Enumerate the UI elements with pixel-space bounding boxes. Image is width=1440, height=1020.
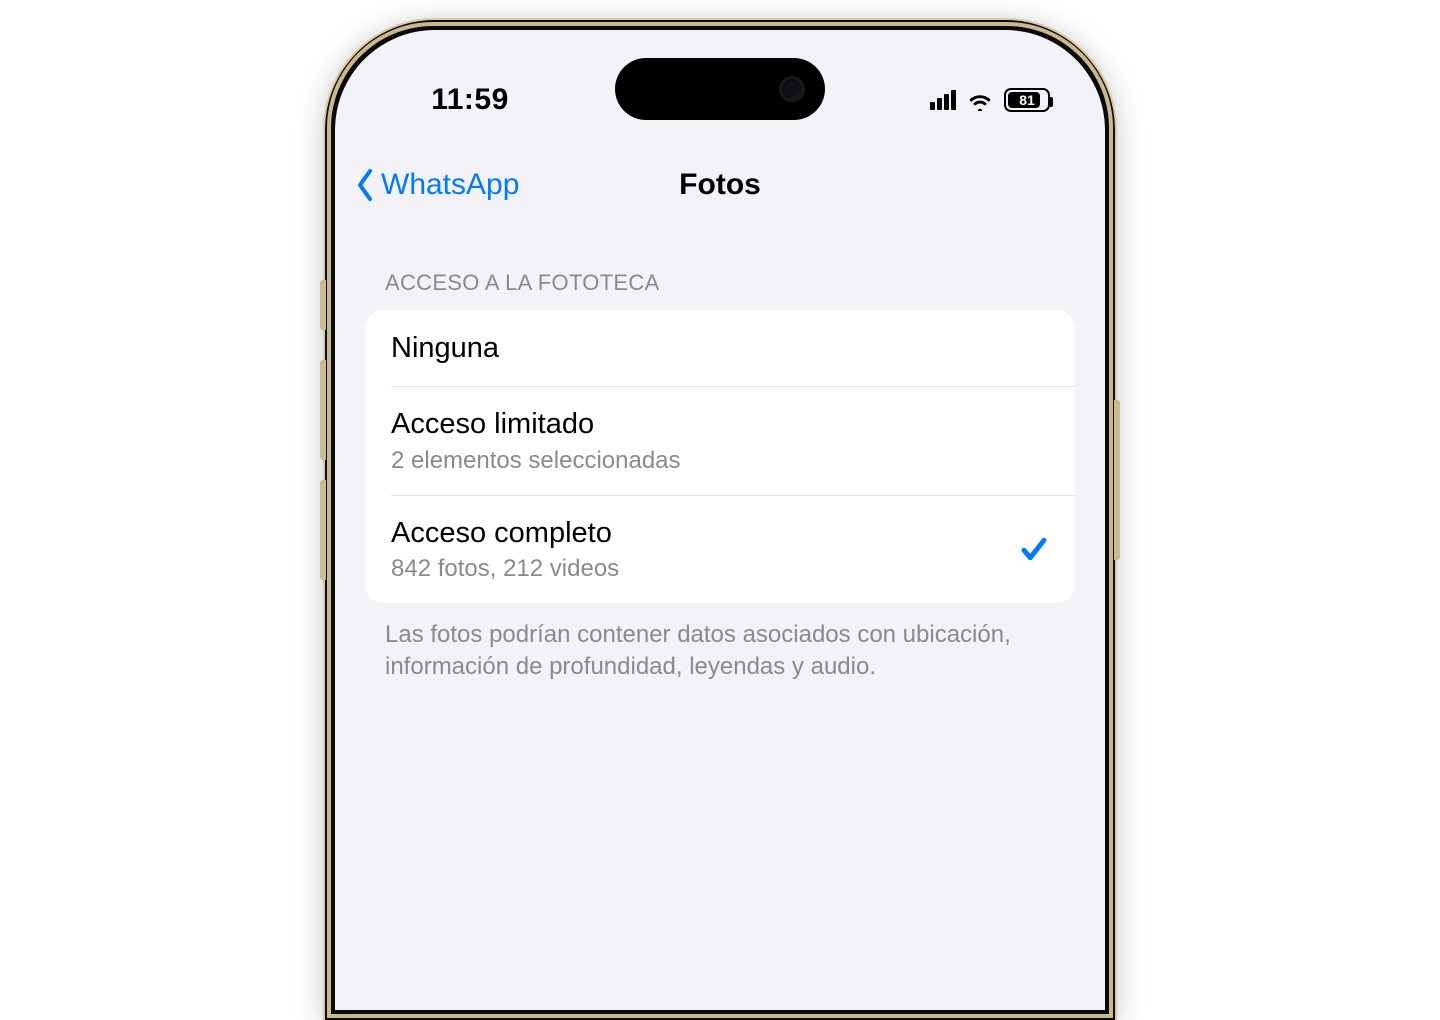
status-right: 81 [890, 88, 1050, 112]
battery-label: 81 [1019, 92, 1035, 108]
option-full-title: Acceso completo [391, 515, 1019, 551]
section-header: ACCESO A LA FOTOTECA [365, 270, 1075, 310]
options-group: Ninguna Acceso limitado 2 elementos sele… [365, 310, 1075, 603]
status-time: 11:59 [390, 83, 550, 117]
side-button-silent [320, 280, 326, 330]
back-label: WhatsApp [381, 168, 519, 202]
side-button-power [1114, 400, 1120, 560]
option-full[interactable]: Acceso completo 842 fotos, 212 videos [365, 495, 1075, 603]
option-full-subtitle: 842 fotos, 212 videos [391, 555, 1019, 583]
side-button-vol-down [320, 480, 326, 580]
cellular-icon [930, 90, 956, 110]
screen: 11:59 81 [335, 30, 1105, 1010]
section-footer: Las fotos podrían contener datos asociad… [365, 603, 1075, 684]
option-limited-subtitle: 2 elementos seleccionadas [391, 447, 1049, 475]
option-none[interactable]: Ninguna [365, 310, 1075, 386]
option-none-title: Ninguna [391, 330, 1049, 366]
wifi-icon [966, 89, 994, 111]
chevron-left-icon [355, 167, 377, 203]
back-button[interactable]: WhatsApp [355, 167, 519, 203]
dynamic-island [615, 58, 825, 120]
front-camera-icon [779, 76, 805, 102]
phone-mockup: 11:59 81 [325, 20, 1115, 1020]
option-limited[interactable]: Acceso limitado 2 elementos seleccionada… [365, 386, 1075, 494]
phone-frame: 11:59 81 [325, 20, 1115, 1020]
content: ACCESO A LA FOTOTECA Ninguna Acceso limi… [335, 230, 1105, 684]
side-button-vol-up [320, 360, 326, 460]
option-limited-title: Acceso limitado [391, 406, 1049, 442]
battery-icon: 81 [1004, 88, 1050, 112]
nav-bar: WhatsApp Fotos [335, 140, 1105, 230]
checkmark-icon [1019, 534, 1049, 564]
